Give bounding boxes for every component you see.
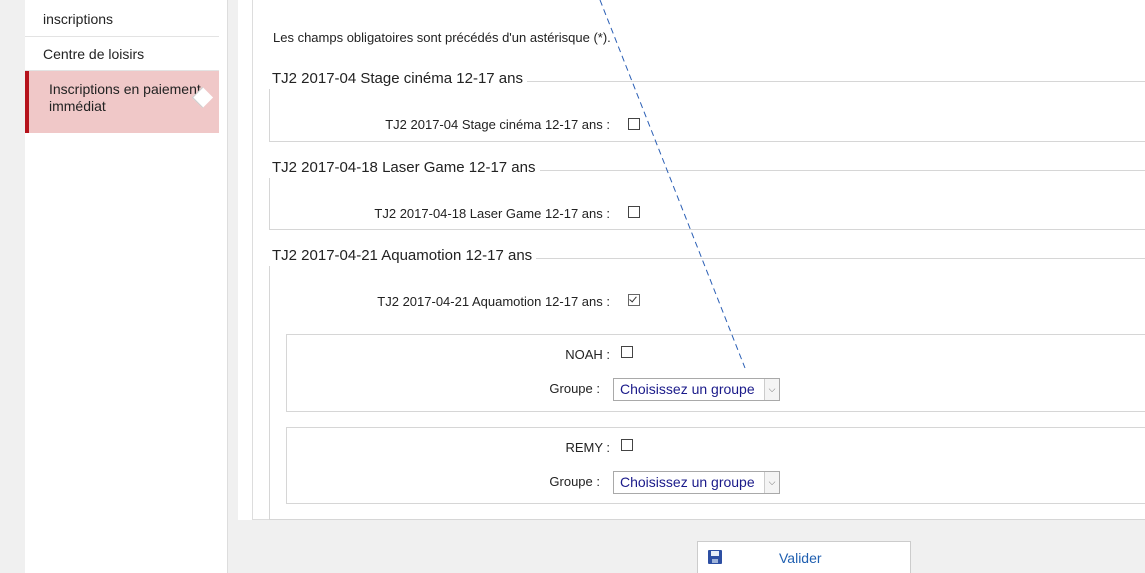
- submit-button-label: Valider: [779, 550, 822, 566]
- form-container: Les champs obligatoires sont précédés d'…: [252, 0, 1145, 520]
- checkbox-aquamotion[interactable]: [628, 294, 640, 306]
- checkbox-participant-remy[interactable]: [621, 439, 633, 451]
- sidebar-item-centre-de-loisirs[interactable]: Centre de loisirs: [25, 38, 219, 71]
- fieldset-stage-cinema: [269, 81, 1145, 142]
- legend-aquamotion: TJ2 2017-04-21 Aquamotion 12-17 ans: [268, 247, 537, 266]
- page-gutter: [0, 0, 25, 573]
- select-groupe-remy[interactable]: Choisissez un groupe ⌵: [613, 471, 780, 494]
- label-aquamotion: TJ2 2017-04-21 Aquamotion 12-17 ans :: [377, 294, 610, 309]
- chevron-down-icon[interactable]: ⌵: [764, 472, 779, 493]
- select-groupe-noah-value: Choisissez un groupe: [620, 381, 755, 397]
- label-laser-game: TJ2 2017-04-18 Laser Game 12-17 ans :: [374, 206, 610, 221]
- floppy-disk-icon: [708, 550, 722, 564]
- checkbox-stage-cinema[interactable]: [628, 118, 640, 130]
- label-groupe-remy: Groupe :: [549, 474, 600, 489]
- chevron-down-icon[interactable]: ⌵: [764, 379, 779, 400]
- label-groupe-noah: Groupe :: [549, 381, 600, 396]
- sidebar: inscriptions Centre de loisirs Inscripti…: [25, 0, 228, 573]
- sidebar-item-inscriptions[interactable]: inscriptions: [25, 0, 219, 37]
- legend-stage-cinema: TJ2 2017-04 Stage cinéma 12-17 ans: [268, 70, 527, 89]
- legend-laser-game: TJ2 2017-04-18 Laser Game 12-17 ans: [268, 159, 540, 178]
- fieldset-laser-game: [269, 170, 1145, 230]
- submit-button[interactable]: Valider: [697, 541, 911, 573]
- sidebar-item-inscriptions-paiement-immediat[interactable]: Inscriptions en paiement immédiat: [25, 71, 219, 133]
- required-fields-notice: Les champs obligatoires sont précédés d'…: [273, 30, 611, 45]
- label-participant-noah: NOAH :: [565, 347, 610, 362]
- checkbox-laser-game[interactable]: [628, 206, 640, 218]
- select-groupe-remy-value: Choisissez un groupe: [620, 474, 755, 490]
- checkbox-participant-noah[interactable]: [621, 346, 633, 358]
- label-participant-remy: REMY :: [565, 440, 610, 455]
- label-stage-cinema: TJ2 2017-04 Stage cinéma 12-17 ans :: [385, 117, 610, 132]
- select-groupe-noah[interactable]: Choisissez un groupe ⌵: [613, 378, 780, 401]
- main-panel: Les champs obligatoires sont précédés d'…: [238, 0, 1145, 520]
